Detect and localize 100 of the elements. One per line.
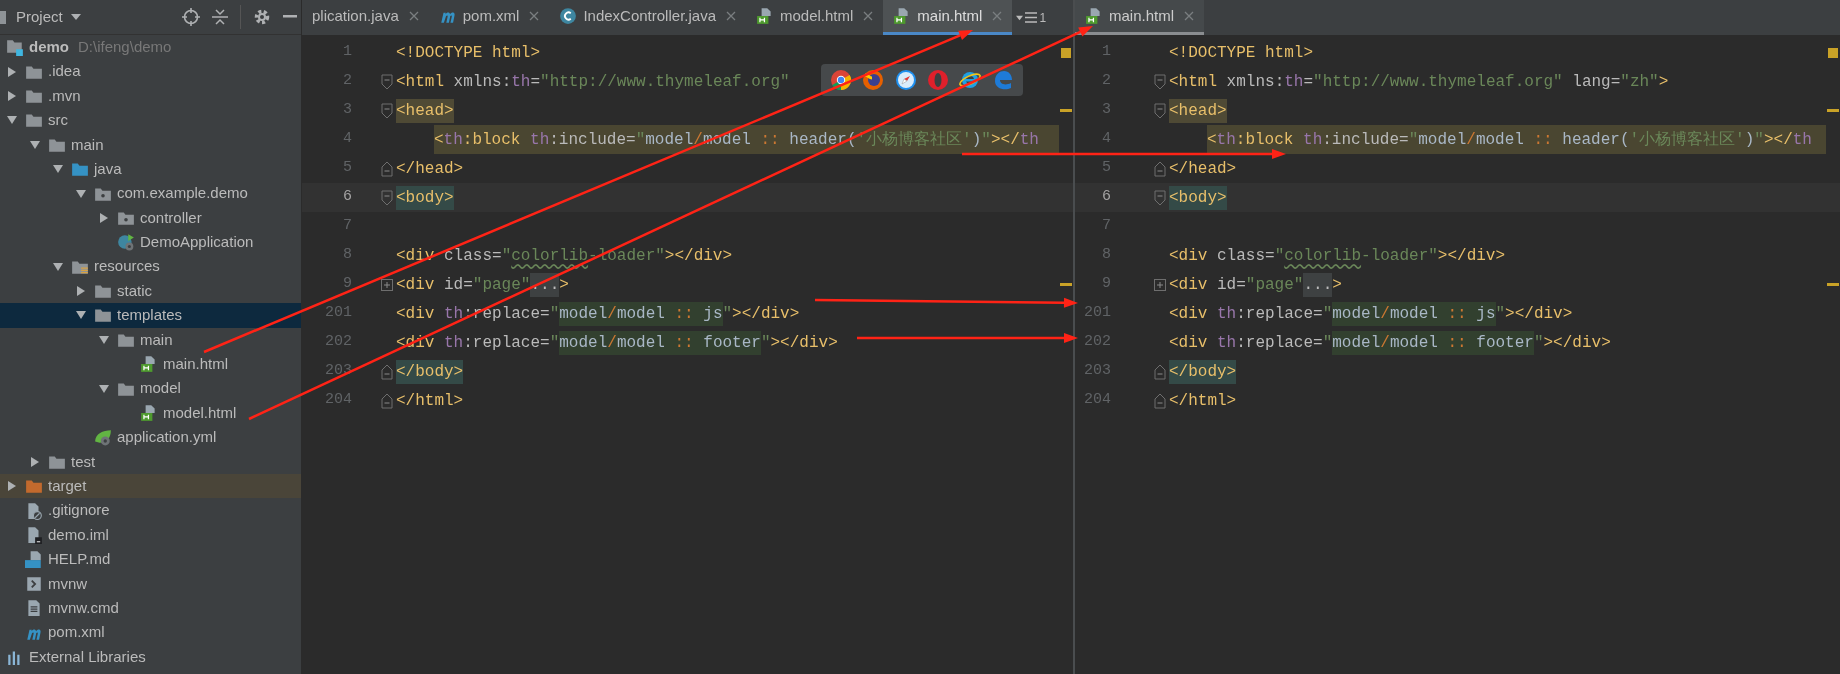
line-number: 3 xyxy=(1101,100,1111,121)
tree-item[interactable]: main xyxy=(0,327,301,353)
line-number: 3 xyxy=(342,100,352,121)
tree-item[interactable]: HELP.md xyxy=(0,547,301,572)
collapsed-arrow-icon[interactable] xyxy=(6,89,18,102)
unfold-icon[interactable] xyxy=(1154,278,1166,291)
editor-tab[interactable]: model.html xyxy=(746,0,884,35)
tree-item[interactable]: static xyxy=(0,278,301,304)
tree-item[interactable]: application.yml xyxy=(0,425,301,450)
browser-icon[interactable] xyxy=(862,69,885,91)
tree-item[interactable]: src xyxy=(0,108,301,133)
project-view-dropdown[interactable]: Project xyxy=(16,5,81,29)
line-number: 202 xyxy=(1083,332,1111,353)
caret-icon xyxy=(70,13,81,21)
browser-icon[interactable] xyxy=(830,69,853,91)
fold-icon[interactable] xyxy=(381,73,393,90)
tree-item[interactable]: pom.xml xyxy=(0,620,301,645)
fold-icon[interactable] xyxy=(381,102,393,119)
fold-icon[interactable] xyxy=(1154,160,1166,177)
fold-icon[interactable] xyxy=(381,189,393,206)
tree-item[interactable]: mvnw.cmd xyxy=(0,596,301,621)
tree-item[interactable]: DemoApplication xyxy=(0,230,301,255)
collapsed-arrow-icon[interactable] xyxy=(6,65,18,78)
tree-item[interactable]: target xyxy=(0,474,301,499)
terminal-icon xyxy=(25,574,43,593)
browser-icon[interactable] xyxy=(959,69,982,91)
code-line: <div class="colorlib-loader"></div> xyxy=(1169,245,1506,267)
ignored-file-icon xyxy=(25,501,43,520)
fold-icon[interactable] xyxy=(381,363,393,380)
code-line: </head> xyxy=(396,158,464,180)
editor-tab[interactable]: IndexController.java xyxy=(549,0,746,35)
tree-item[interactable]: demo.iml xyxy=(0,522,301,548)
close-icon[interactable] xyxy=(726,11,736,21)
tree-item[interactable]: com.example.demo xyxy=(0,181,301,206)
tree-item[interactable]: mvnw xyxy=(0,571,301,596)
unfold-icon[interactable] xyxy=(381,278,393,291)
close-icon[interactable] xyxy=(863,11,874,21)
fold-icon[interactable] xyxy=(1154,73,1166,90)
tree-item[interactable]: main xyxy=(0,132,301,157)
fold-icon[interactable] xyxy=(381,392,393,409)
line-number: 8 xyxy=(342,245,352,266)
collapsed-arrow-icon[interactable] xyxy=(6,480,18,493)
fold-icon[interactable] xyxy=(1154,392,1166,409)
module-file-icon xyxy=(25,526,43,544)
folder-icon xyxy=(25,477,43,496)
expanded-arrow-icon[interactable] xyxy=(52,260,64,273)
tree-item[interactable]: main.html xyxy=(0,352,301,377)
html-file-icon xyxy=(140,404,158,423)
editor-tab[interactable]: main.html xyxy=(1075,0,1205,35)
folder-icon xyxy=(94,282,112,301)
tree-item[interactable]: model xyxy=(0,376,301,401)
collapsed-arrow-icon[interactable] xyxy=(75,285,87,298)
expanded-arrow-icon[interactable] xyxy=(98,382,110,395)
expanded-arrow-icon[interactable] xyxy=(29,138,41,151)
line-number: 204 xyxy=(324,390,352,411)
tree-item[interactable]: .idea xyxy=(0,59,301,84)
line-number: 7 xyxy=(1101,216,1111,237)
line-number: 4 xyxy=(342,129,352,150)
tree-item[interactable]: resources xyxy=(0,254,301,279)
locate-icon[interactable] xyxy=(182,8,200,26)
expanded-arrow-icon[interactable] xyxy=(75,187,87,200)
inspection-status-icon[interactable] xyxy=(1828,47,1838,58)
fold-icon[interactable] xyxy=(1154,363,1166,380)
tree-item[interactable]: controller xyxy=(0,205,301,231)
minimize-icon[interactable] xyxy=(283,15,297,19)
tree-item[interactable]: test xyxy=(0,449,301,475)
tree-item[interactable]: .gitignore xyxy=(0,498,301,523)
expanded-arrow-icon[interactable] xyxy=(98,333,110,346)
settings-icon[interactable] xyxy=(253,8,271,26)
tree-item[interactable]: External Libraries xyxy=(0,644,301,670)
fold-icon[interactable] xyxy=(1154,102,1166,119)
folder-icon xyxy=(94,306,112,325)
collapsed-arrow-icon[interactable] xyxy=(98,211,110,224)
folder-icon xyxy=(25,111,43,130)
editor-tab[interactable]: pom.xml xyxy=(428,0,550,35)
code-line: </html> xyxy=(1169,390,1237,412)
tree-item[interactable]: java xyxy=(0,156,301,182)
tree-item[interactable]: .mvn xyxy=(0,83,301,109)
fold-icon[interactable] xyxy=(1154,189,1166,206)
collapse-all-icon[interactable] xyxy=(212,8,228,26)
line-number: 9 xyxy=(1101,274,1111,295)
code-line: </head> xyxy=(1169,158,1237,180)
close-icon[interactable] xyxy=(992,11,1003,21)
close-icon[interactable] xyxy=(529,11,540,21)
code-line: <!DOCTYPE html> xyxy=(1169,42,1314,64)
collapsed-arrow-icon[interactable] xyxy=(29,455,41,468)
tab-list-button[interactable]: 1 xyxy=(1012,0,1051,35)
fold-icon[interactable] xyxy=(381,160,393,177)
editor-tab[interactable]: plication.java xyxy=(302,0,429,35)
html-file-icon xyxy=(1085,7,1103,25)
tree-item[interactable]: demo D:\ifeng\demo xyxy=(0,35,301,60)
close-icon[interactable] xyxy=(1184,11,1195,21)
tree-item[interactable]: model.html xyxy=(0,400,301,426)
editor-tab[interactable]: main.html xyxy=(883,0,1013,35)
inspection-status-icon[interactable] xyxy=(1061,47,1071,58)
class-gear-icon xyxy=(117,233,135,252)
close-icon[interactable] xyxy=(408,11,419,21)
line-number: 1 xyxy=(1101,42,1111,63)
tree-item[interactable]: templates xyxy=(0,303,301,328)
browser-icon[interactable] xyxy=(894,69,917,91)
